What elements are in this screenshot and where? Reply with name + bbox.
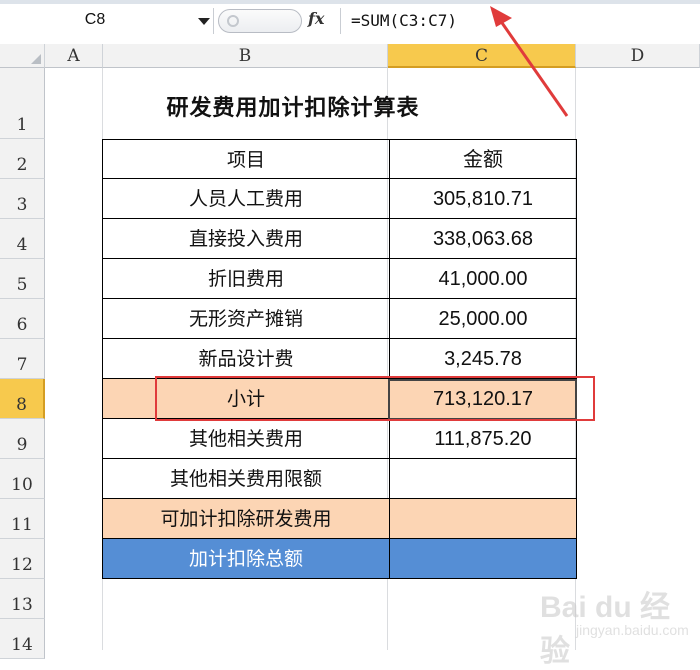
arrow-shaft [498, 19, 569, 117]
watermark: Bai du 经验 jingyan.baidu.com [520, 582, 695, 668]
annotation-arrow [490, 6, 569, 117]
arrow-head [490, 6, 512, 27]
watermark-url: jingyan.baidu.com [576, 622, 689, 638]
